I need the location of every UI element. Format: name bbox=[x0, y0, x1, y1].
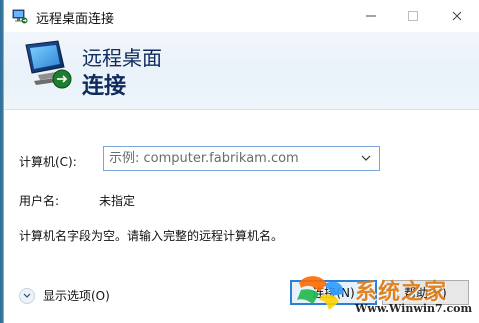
header-title-line-1: 远程桌面 bbox=[82, 46, 162, 70]
minimize-button[interactable] bbox=[349, 0, 393, 32]
close-button[interactable] bbox=[435, 0, 479, 32]
expand-options-icon bbox=[19, 287, 35, 304]
connect-button[interactable]: 连接(N) bbox=[290, 280, 377, 305]
computer-input[interactable] bbox=[104, 147, 364, 170]
remote-desktop-monitor-icon bbox=[22, 39, 74, 91]
computer-label: 计算机(C): bbox=[19, 155, 77, 169]
close-icon bbox=[451, 7, 463, 26]
chevron-down-icon[interactable] bbox=[359, 151, 373, 165]
title-bar: 远程桌面连接 bbox=[4, 0, 479, 32]
computer-combobox[interactable] bbox=[103, 146, 380, 171]
remote-desktop-window: 远程桌面连接 远程桌面 连接 计算机(C): 示例: computer.fabr… bbox=[3, 0, 479, 323]
minimize-icon bbox=[365, 7, 377, 26]
help-button[interactable]: 帮助(H) bbox=[382, 280, 469, 305]
header-banner: 远程桌面 连接 bbox=[4, 32, 479, 110]
window-title: 远程桌面连接 bbox=[36, 12, 115, 27]
username-value: 未指定 bbox=[99, 194, 136, 208]
username-label: 用户名: bbox=[19, 194, 60, 208]
show-options-label: 显示选项(O) bbox=[43, 289, 110, 303]
remote-desktop-app-icon bbox=[12, 8, 28, 24]
show-options-toggle[interactable]: 显示选项(O) bbox=[19, 287, 110, 304]
header-title-line-2: 连接 bbox=[82, 74, 127, 99]
validation-hint: 计算机名字段为空。请输入完整的远程计算机名。 bbox=[19, 229, 284, 243]
maximize-icon bbox=[407, 7, 419, 26]
maximize-button[interactable] bbox=[391, 0, 435, 32]
